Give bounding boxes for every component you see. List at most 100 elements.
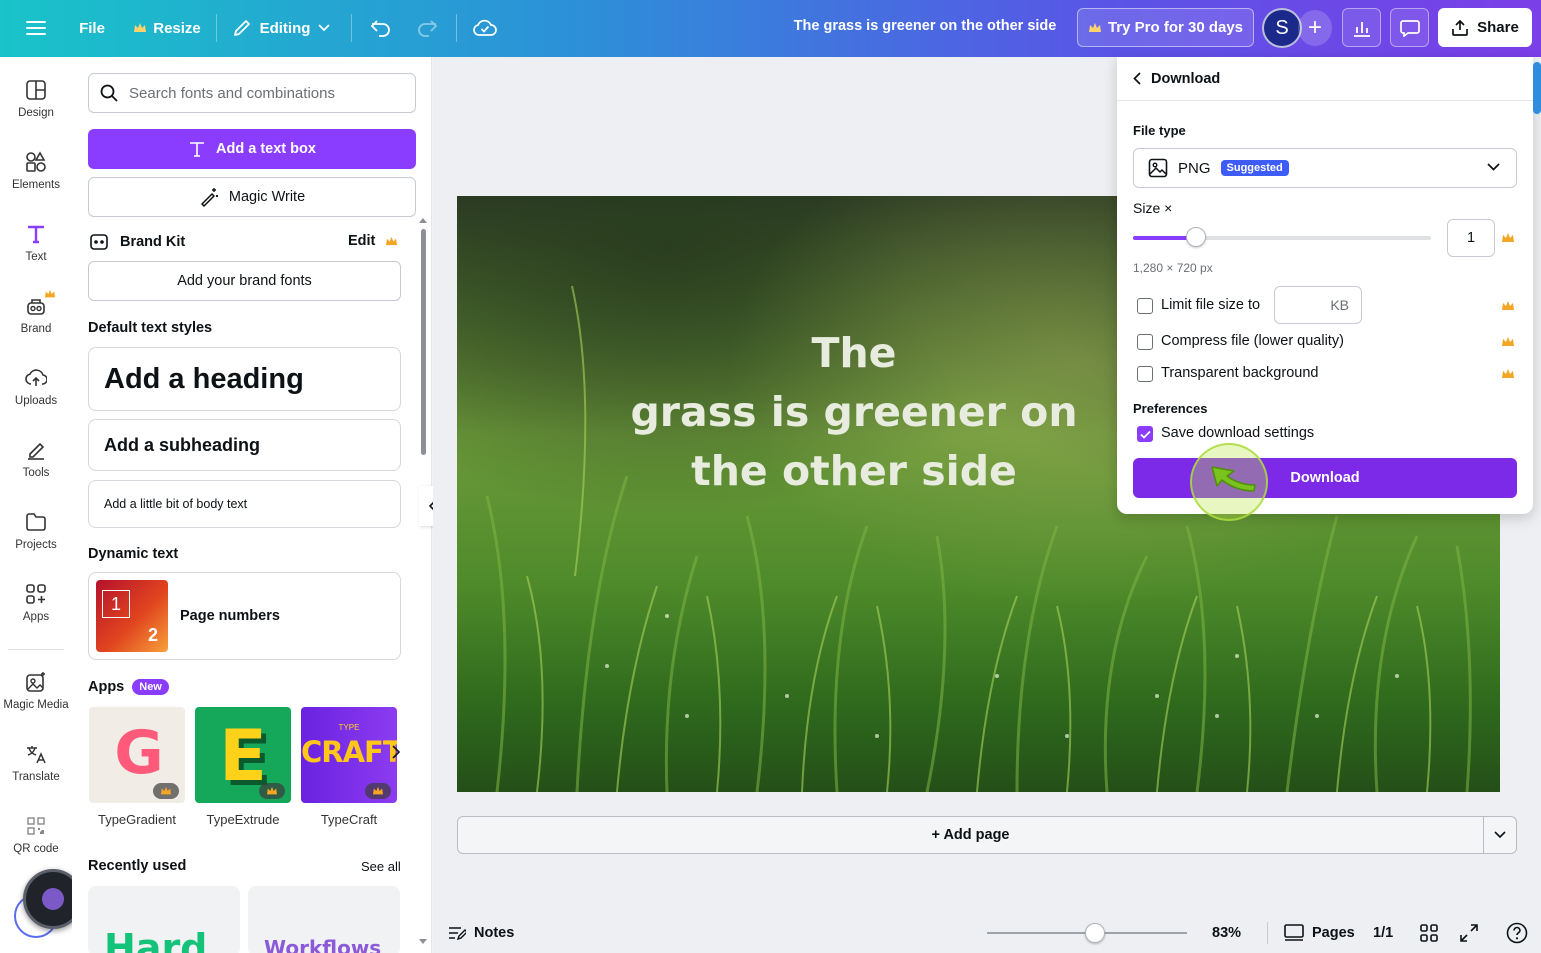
add-body-text-button[interactable]: Add a little bit of body text — [88, 480, 401, 528]
magic-wand-icon — [200, 188, 218, 207]
rail-label: Tools — [22, 467, 50, 479]
notes-button[interactable]: Notes — [448, 913, 514, 953]
cloud-saved-icon[interactable] — [468, 10, 502, 46]
page-numbers-label: Page numbers — [180, 608, 280, 624]
add-text-box-button[interactable]: Add a text box — [88, 129, 416, 169]
try-pro-button[interactable]: Try Pro for 30 days — [1077, 8, 1254, 47]
undo-icon[interactable] — [364, 10, 398, 46]
headline-line: grass is greener on — [630, 388, 1078, 436]
rail-label: Translate — [12, 771, 60, 783]
pencil-icon — [233, 20, 250, 36]
rail-item-magic-media[interactable]: Magic Media — [0, 671, 72, 711]
chevron-right-icon[interactable] — [392, 745, 400, 759]
rail-item-brand[interactable]: Brand — [0, 289, 72, 335]
canvas-headline[interactable]: The grass is greener on the other side — [504, 324, 1204, 501]
save-download-settings-checkbox[interactable] — [1137, 426, 1153, 442]
recent-item[interactable]: Workflows — [248, 886, 400, 953]
resize-label: Resize — [153, 19, 201, 37]
magic-media-icon — [26, 672, 45, 692]
app-typeextrude[interactable]: E — [195, 707, 291, 803]
cursor-arrow-icon — [1211, 466, 1256, 492]
app-name: TypeCraft — [320, 812, 378, 827]
top-toolbar: File Resize Editing The grass is greener… — [0, 0, 1541, 57]
zoom-slider-knob[interactable] — [1085, 923, 1105, 943]
size-input[interactable]: 1 — [1447, 219, 1495, 257]
size-slider-knob[interactable] — [1185, 227, 1206, 247]
dynamic-text-heading: Dynamic text — [88, 546, 179, 562]
rail-item-projects[interactable]: Projects — [0, 511, 72, 551]
kb-input[interactable]: KB — [1274, 286, 1362, 324]
file-menu-button[interactable]: File — [70, 10, 114, 46]
file-type-value: PNG — [1178, 159, 1211, 177]
transparent-background-checkbox[interactable] — [1137, 366, 1153, 382]
share-button[interactable]: Share — [1438, 8, 1532, 47]
chevron-left-icon[interactable] — [1133, 72, 1141, 85]
size-slider[interactable] — [1133, 227, 1431, 247]
rail-item-translate[interactable]: Translate — [0, 743, 72, 783]
comment-icon[interactable] — [1390, 8, 1429, 47]
limit-file-size-label: Limit file size to — [1161, 297, 1261, 313]
app-typegradient[interactable]: G — [89, 707, 185, 803]
panel-scrollbar[interactable] — [421, 229, 426, 455]
save-download-settings-label: Save download settings — [1161, 425, 1315, 441]
crown-icon — [45, 289, 55, 298]
page-number-one: 1 — [102, 590, 130, 618]
rail-item-design[interactable]: Design — [0, 79, 72, 119]
add-heading-button[interactable]: Add a heading — [88, 347, 401, 411]
file-type-label: File type — [1133, 123, 1186, 138]
add-page-dropdown[interactable] — [1483, 816, 1517, 854]
search-field[interactable] — [88, 73, 416, 113]
grid-view-icon[interactable] — [1420, 913, 1438, 953]
rail-item-uploads[interactable]: Uploads — [0, 367, 72, 407]
see-all-link[interactable]: See all — [361, 859, 401, 874]
app-typecraft[interactable]: TYPE CRAFT — [301, 707, 397, 803]
crown-icon — [1502, 337, 1514, 346]
help-icon[interactable] — [1506, 913, 1528, 953]
add-brand-fonts-button[interactable]: Add your brand fonts — [88, 261, 401, 301]
page-numbers-button[interactable]: 1 2 Page numbers — [88, 572, 401, 660]
zoom-slider[interactable] — [987, 923, 1187, 943]
brand-kit-edit-label: Edit — [348, 233, 376, 249]
transparent-background-label: Transparent background — [1161, 365, 1319, 381]
brand-kit-edit-button[interactable]: Edit — [348, 233, 398, 249]
editing-mode-dropdown[interactable]: Editing — [226, 10, 336, 46]
file-type-select[interactable]: PNG Suggested — [1133, 148, 1517, 188]
analytics-icon[interactable] — [1342, 8, 1381, 47]
search-input[interactable] — [129, 84, 399, 102]
scroll-down-arrow[interactable] — [419, 939, 427, 949]
document-title[interactable]: The grass is greener on the other side — [760, 18, 1090, 34]
rail-item-qr-code[interactable]: QR code — [0, 815, 72, 855]
click-indicator — [1190, 443, 1268, 521]
share-icon — [1452, 19, 1468, 36]
image-icon — [1148, 158, 1168, 178]
rail-item-tools[interactable]: Tools — [0, 439, 72, 479]
download-panel-scrollbar[interactable] — [1533, 62, 1541, 114]
search-icon — [100, 84, 118, 102]
menu-icon[interactable] — [18, 10, 54, 46]
rail-item-apps[interactable]: Apps — [0, 583, 72, 623]
pro-badge — [259, 783, 285, 799]
rail-label: Elements — [12, 179, 60, 191]
crown-icon — [1502, 369, 1514, 378]
add-collaborator-button[interactable]: + — [1298, 10, 1332, 46]
text-panel: Add a text box Magic Write Brand Kit Edi… — [72, 57, 432, 953]
redo-icon[interactable] — [410, 10, 444, 46]
page-number-two: 2 — [147, 625, 158, 645]
fullscreen-icon[interactable] — [1460, 913, 1478, 953]
scroll-up-arrow[interactable] — [419, 217, 427, 227]
limit-file-size-checkbox[interactable] — [1137, 298, 1153, 314]
rail-item-text[interactable]: Text — [0, 223, 72, 263]
rail-item-elements[interactable]: Elements — [0, 151, 72, 191]
resize-button[interactable]: Resize — [128, 10, 206, 46]
magic-write-button[interactable]: Magic Write — [88, 177, 416, 217]
pages-icon — [1284, 924, 1304, 941]
zoom-percentage[interactable]: 83% — [1212, 913, 1241, 953]
avatar[interactable]: S — [1262, 8, 1302, 48]
download-panel-header[interactable]: Download — [1117, 57, 1533, 101]
add-subheading-button[interactable]: Add a subheading — [88, 419, 401, 471]
add-page-button[interactable]: + Add page — [457, 816, 1484, 854]
crown-icon — [386, 236, 398, 245]
pages-button[interactable]: Pages — [1284, 913, 1355, 953]
compress-file-checkbox[interactable] — [1137, 334, 1153, 350]
recent-item[interactable]: Hard — [88, 886, 240, 953]
